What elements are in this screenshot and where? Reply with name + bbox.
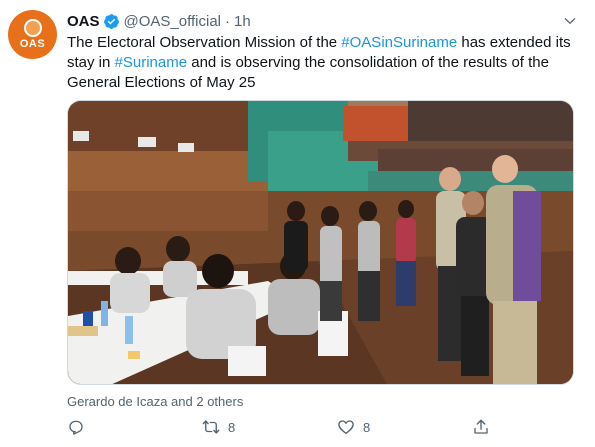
- like-icon: [338, 420, 354, 435]
- reply-icon: [69, 420, 83, 435]
- retweet-icon: [202, 420, 220, 434]
- tweet-text-part: The Electoral Observation Mission of the: [67, 34, 342, 51]
- tweet[interactable]: OAS OAS @OAS_official · 1h The Electoral…: [0, 0, 595, 447]
- separator-dot: ·: [225, 12, 231, 30]
- tweet-actions: 8 8: [67, 418, 572, 440]
- retweet-button[interactable]: 8: [202, 418, 235, 436]
- share-button[interactable]: [472, 418, 498, 436]
- retweet-count: 8: [228, 419, 236, 435]
- account-name[interactable]: OAS: [67, 13, 100, 30]
- liked-by-text[interactable]: Gerardo de Icaza and 2 others: [67, 394, 243, 409]
- election-counting-hall-image: [68, 101, 573, 384]
- tweet-text: The Electoral Observation Mission of the…: [67, 33, 572, 93]
- like-count: 8: [363, 419, 371, 435]
- verified-badge-icon: [103, 13, 119, 29]
- hashtag-link[interactable]: #OASinSuriname: [341, 34, 457, 51]
- like-button[interactable]: 8: [337, 418, 370, 436]
- chevron-down-icon[interactable]: [563, 14, 577, 28]
- tweet-timestamp[interactable]: 1h: [234, 13, 251, 30]
- share-icon: [474, 419, 488, 434]
- avatar[interactable]: OAS: [8, 10, 57, 59]
- tweet-header: OAS @OAS_official · 1h: [67, 11, 251, 31]
- account-handle[interactable]: @OAS_official: [124, 13, 222, 30]
- reply-button[interactable]: [67, 418, 93, 436]
- avatar-logo-text: OAS: [19, 38, 46, 50]
- hashtag-link[interactable]: #Suriname: [115, 54, 188, 71]
- tweet-photo[interactable]: [67, 100, 574, 385]
- oas-seal-icon: [23, 19, 42, 37]
